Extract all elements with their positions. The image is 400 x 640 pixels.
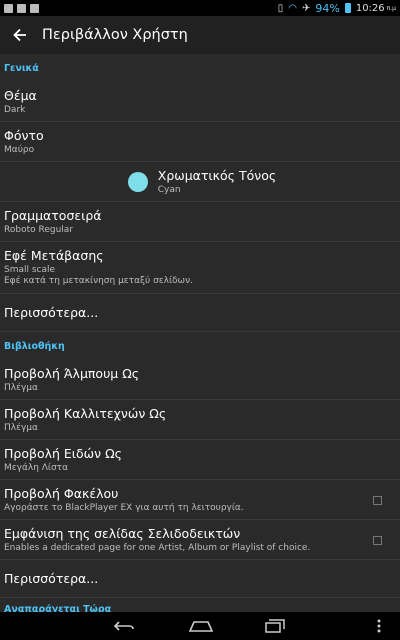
section-header-library: Βιβλιοθήκη	[4, 341, 65, 352]
section-header-general: Γενικά	[4, 63, 39, 74]
color-swatch	[127, 171, 148, 192]
battery-icon	[344, 3, 351, 13]
navigation-bar	[0, 612, 400, 640]
notification-icons	[4, 3, 39, 13]
notification-icon	[30, 3, 39, 13]
setting-bookmarks-page[interactable]: Εμφάνιση της σελίδας Σελιδοδεικτών Enabl…	[0, 520, 400, 560]
setting-genre-view[interactable]: Προβολή Ειδών Ως Μεγάλη Λίστα	[0, 440, 400, 480]
setting-theme[interactable]: Θέμα Dark	[0, 82, 400, 122]
notification-icon	[4, 3, 13, 13]
bookmarks-page-checkbox[interactable]	[373, 535, 382, 545]
nav-recents-button[interactable]	[264, 617, 286, 635]
setting-title: Φόντο	[4, 127, 44, 143]
setting-title: Προβολή Καλλιτεχνών Ως	[4, 405, 167, 421]
settings-list[interactable]: Γενικά Θέμα Dark Φόντο Μαύρο Χρωματικός …	[0, 54, 400, 612]
setting-value: Μεγάλη Λίστα	[4, 462, 69, 473]
nav-recents-icon	[265, 619, 285, 633]
overflow-menu-icon	[377, 619, 381, 633]
app-bar: Περιβάλλον Χρήστη	[0, 16, 400, 54]
setting-album-view[interactable]: Προβολή Άλμπουμ Ως Πλέγμα	[0, 360, 400, 400]
setting-description: Enables a dedicated page for one Artist,…	[4, 542, 311, 553]
section-header-now-playing: Αναπαράγεται Τώρα	[4, 604, 112, 612]
setting-title: Εμφάνιση της σελίδας Σελιδοδεικτών	[4, 525, 241, 541]
nav-back-button[interactable]	[112, 617, 136, 635]
nav-back-icon	[114, 621, 134, 631]
back-button[interactable]	[0, 16, 40, 54]
library-more-button[interactable]: Περισσότερα...	[0, 560, 400, 598]
setting-title: Εφέ Μετάβασης	[4, 248, 104, 263]
setting-title: Προβολή Ειδών Ως	[4, 445, 122, 461]
setting-description: Εφέ κατά τη μετακίνηση μεταξύ σελίδων.	[4, 276, 193, 286]
setting-title: Γραμματοσειρά	[4, 207, 102, 223]
setting-value: Roboto Regular	[4, 224, 73, 235]
setting-title: Χρωματικός Τόνος	[157, 167, 277, 183]
status-indicators: ▯ ◠ ✈ 94% 10:26 π.μ	[278, 2, 396, 15]
setting-title: Προβολή Άλμπουμ Ως	[4, 365, 140, 381]
nav-menu-button[interactable]	[374, 617, 384, 635]
setting-background[interactable]: Φόντο Μαύρο	[0, 122, 400, 162]
clock: 10:26	[355, 2, 385, 14]
status-bar: ▯ ◠ ✈ 94% 10:26 π.μ	[0, 0, 400, 16]
setting-description: Αγοράστε το BlackPlayer EX για αυτή τη λ…	[4, 502, 244, 513]
setting-title: Προβολή Φακέλου	[4, 485, 119, 501]
folder-view-checkbox[interactable]	[373, 495, 382, 505]
page-title: Περιβάλλον Χρήστη	[42, 27, 188, 43]
battery-percent: 94%	[315, 1, 340, 15]
nav-home-icon	[189, 621, 213, 632]
setting-folder-view[interactable]: Προβολή Φακέλου Αγοράστε το BlackPlayer …	[0, 480, 400, 520]
setting-transition-effect[interactable]: Εφέ Μετάβασης Small scale Εφέ κατά τη με…	[0, 242, 400, 294]
general-more-button[interactable]: Περισσότερα...	[0, 294, 400, 332]
setting-value: Dark	[4, 104, 26, 115]
wifi-icon: ◠	[288, 2, 297, 14]
setting-value: Πλέγμα	[4, 422, 38, 433]
notification-icon	[17, 3, 26, 13]
clock-ampm: π.μ	[386, 4, 396, 12]
setting-font[interactable]: Γραμματοσειρά Roboto Regular	[0, 202, 400, 242]
setting-value: Cyan	[157, 184, 181, 195]
back-arrow-icon	[13, 28, 26, 42]
nav-home-button[interactable]	[188, 617, 214, 635]
airplane-icon: ✈	[301, 2, 311, 14]
setting-value: Μαύρο	[4, 144, 35, 155]
vibrate-icon: ▯	[277, 2, 284, 14]
more-label: Περισσότερα...	[4, 570, 99, 586]
setting-title: Θέμα	[4, 87, 37, 103]
setting-value: Πλέγμα	[4, 382, 38, 393]
setting-color-tone[interactable]: Χρωματικός Τόνος Cyan	[0, 162, 400, 202]
setting-value: Small scale	[4, 265, 56, 275]
more-label: Περισσότερα...	[4, 304, 99, 320]
setting-artist-view[interactable]: Προβολή Καλλιτεχνών Ως Πλέγμα	[0, 400, 400, 440]
